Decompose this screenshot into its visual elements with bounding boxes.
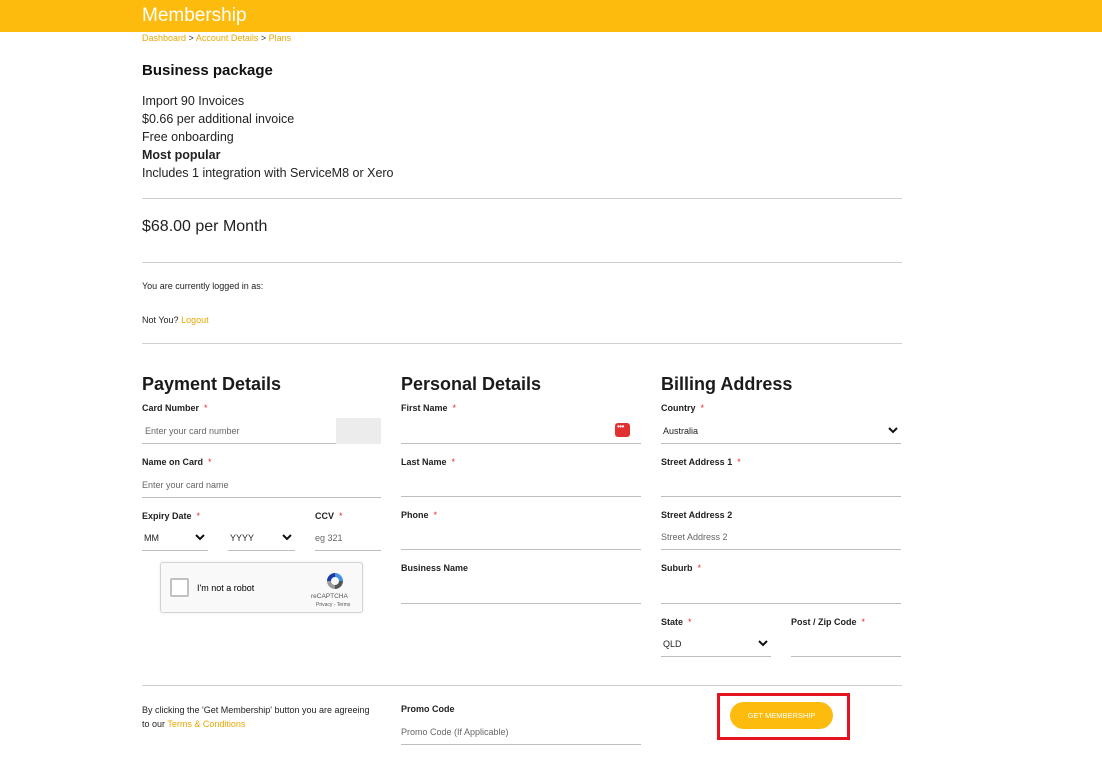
breadcrumb-account-details[interactable]: Account Details [196, 33, 259, 43]
required-mark: * [196, 511, 201, 521]
breadcrumb: Dashboard > Account Details > Plans [142, 33, 291, 43]
promo-code-placeholder: Promo Code (If Applicable) [401, 727, 509, 737]
not-you-text: Not You? [142, 315, 179, 325]
card-type-indicator [336, 418, 381, 444]
personal-details-title: Personal Details [401, 374, 542, 394]
name-on-card-placeholder: Enter your card name [142, 480, 229, 490]
card-number-placeholder: Enter your card number [145, 426, 240, 436]
feature-item: Import 90 Invoices [142, 94, 245, 108]
suburb-label: Suburb * [661, 563, 702, 573]
chevron-down-icon [888, 427, 898, 434]
street-address-1-label: Street Address 1 * [661, 457, 741, 467]
name-on-card-label: Name on Card * [142, 457, 212, 467]
required-mark: * [204, 403, 208, 413]
required-mark: * [861, 617, 866, 627]
password-manager-icon[interactable] [615, 422, 630, 437]
name-on-card-input[interactable]: Enter your card name [142, 471, 381, 498]
package-price: $68.00 per Month [142, 218, 268, 235]
chevron-down-icon [195, 534, 205, 541]
breadcrumb-plans[interactable]: Plans [269, 33, 292, 43]
recaptcha-terms-link[interactable]: Privacy - Terms [316, 602, 350, 608]
divider [142, 343, 902, 344]
street-address-2-placeholder: Street Address 2 [661, 532, 728, 542]
promo-code-input[interactable]: Promo Code (If Applicable) [401, 718, 641, 745]
first-name-input[interactable] [401, 417, 641, 444]
most-popular-label: Most popular [142, 148, 221, 162]
street-address-2-label: Street Address 2 [661, 510, 733, 520]
terms-link[interactable]: Terms & Conditions [167, 719, 245, 729]
required-mark: * [451, 457, 456, 467]
required-mark: * [433, 510, 438, 520]
breadcrumb-separator: > [260, 33, 267, 43]
suburb-input[interactable] [661, 577, 901, 604]
feature-item: Includes 1 integration with ServiceM8 or… [142, 166, 394, 180]
recaptcha-logo-icon [327, 573, 343, 589]
payment-details-title: Payment Details [142, 374, 282, 394]
chevron-down-icon [282, 534, 292, 541]
ccv-input[interactable]: eg 321 [315, 524, 381, 551]
postcode-input[interactable] [791, 630, 901, 657]
required-mark: * [737, 457, 741, 467]
promo-code-label: Promo Code [401, 704, 455, 714]
state-label: State * [661, 617, 692, 627]
feature-item: $0.66 per additional invoice [142, 112, 295, 126]
required-mark: * [208, 457, 212, 467]
business-name-label: Business Name [401, 563, 469, 573]
terms-agreement: By clicking the 'Get Membership' button … [142, 703, 372, 731]
ccv-placeholder: eg 321 [315, 533, 343, 543]
phone-label: Phone * [401, 510, 438, 520]
divider [142, 262, 902, 263]
required-mark: * [688, 617, 692, 627]
required-mark: * [452, 403, 457, 413]
logged-in-text: You are currently logged in as: [142, 281, 264, 291]
feature-item: Free onboarding [142, 130, 234, 144]
page-title: Membership [142, 5, 247, 26]
required-mark: * [700, 403, 705, 413]
state-select[interactable]: QLD [661, 630, 771, 657]
street-address-2-input[interactable]: Street Address 2 [661, 523, 901, 550]
expiry-month-select[interactable]: MM [142, 524, 208, 551]
last-name-input[interactable] [401, 470, 641, 497]
recaptcha-widget: I'm not a robot reCAPTCHA Privacy - Term… [160, 562, 363, 613]
recaptcha-brand: reCAPTCHA [311, 593, 348, 600]
package-title: Business package [142, 62, 273, 79]
package-features: Import 90 Invoices $0.66 per additional … [142, 92, 394, 182]
card-number-label: Card Number * [142, 403, 208, 413]
breadcrumb-separator: > [188, 33, 194, 43]
street-address-1-input[interactable] [661, 470, 901, 497]
required-mark: * [339, 511, 343, 521]
country-value: Australia [663, 426, 699, 436]
logout-link[interactable]: Logout [181, 315, 209, 325]
postcode-label: Post / Zip Code * [791, 617, 866, 627]
last-name-label: Last Name * [401, 457, 456, 467]
expiry-date-label: Expiry Date * [142, 511, 201, 521]
business-name-input[interactable] [401, 577, 641, 604]
phone-input[interactable] [401, 523, 641, 550]
divider [142, 198, 902, 199]
chevron-down-icon [758, 640, 768, 647]
get-membership-button[interactable]: GET MEMBERSHIP [730, 702, 833, 729]
required-mark: * [697, 563, 702, 573]
not-you-line: Not You? Logout [142, 315, 209, 325]
ccv-label: CCV * [315, 511, 343, 521]
first-name-label: First Name * [401, 403, 457, 413]
expiry-month-value: MM [144, 533, 159, 543]
expiry-year-value: YYYY [230, 533, 255, 543]
breadcrumb-dashboard[interactable]: Dashboard [142, 33, 186, 43]
recaptcha-checkbox[interactable] [170, 578, 189, 597]
recaptcha-label: I'm not a robot [197, 583, 255, 593]
state-value: QLD [663, 639, 682, 649]
expiry-year-select[interactable]: YYYY [228, 524, 295, 551]
country-label: Country * [661, 403, 705, 413]
billing-address-title: Billing Address [661, 374, 793, 394]
divider [142, 685, 902, 686]
header-bar: Membership [0, 0, 1102, 32]
country-select[interactable]: Australia [661, 417, 901, 444]
